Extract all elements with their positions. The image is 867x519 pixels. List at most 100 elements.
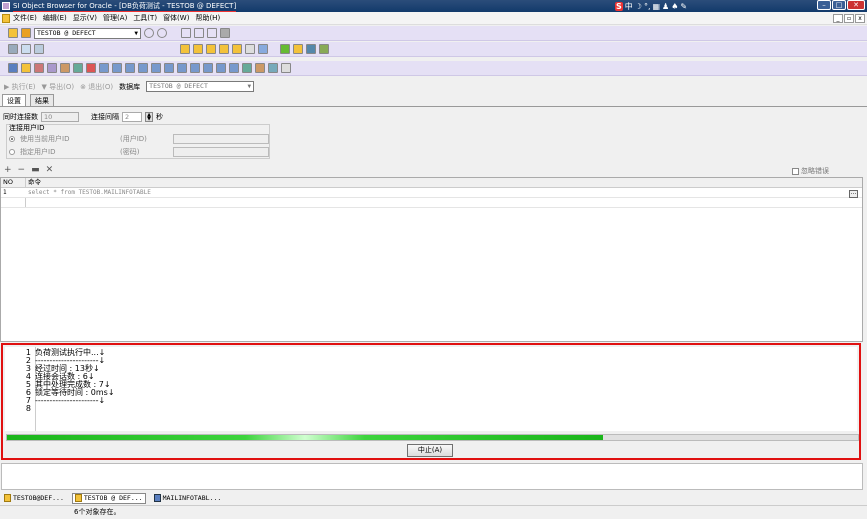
- new-table-icon[interactable]: [8, 63, 18, 73]
- menu-tools[interactable]: 工具(T): [133, 13, 157, 23]
- remove-icon[interactable]: −: [18, 165, 26, 175]
- list-icon[interactable]: [193, 44, 203, 54]
- window-tab-connection[interactable]: TESTOB@DEF...: [2, 493, 66, 504]
- tab-results[interactable]: 结果: [30, 94, 54, 106]
- compare-icon[interactable]: [306, 44, 316, 54]
- table-row[interactable]: 1 select * from TESTOB.MAILINFOTABLE: [1, 188, 862, 198]
- specify-radio[interactable]: [9, 149, 15, 155]
- db-icon[interactable]: [21, 28, 31, 38]
- window-tab-loadtest[interactable]: TESTOB @ DEF...: [71, 492, 146, 504]
- menu-view[interactable]: 显示(V): [73, 13, 97, 23]
- keyboard-icon[interactable]: ▦: [652, 2, 660, 11]
- cut-icon[interactable]: [194, 28, 204, 38]
- sql-icon[interactable]: [8, 44, 18, 54]
- open-folder-icon[interactable]: ▬: [31, 165, 40, 175]
- title-bar: SI Object Browser for Oracle - [DB负荷测试 -…: [0, 0, 867, 12]
- synonym-icon[interactable]: [73, 63, 83, 73]
- type-icon[interactable]: [151, 63, 161, 73]
- trigger-icon[interactable]: [86, 63, 96, 73]
- directory-icon[interactable]: [229, 63, 239, 73]
- mdi-minimize-button[interactable]: _: [833, 14, 843, 23]
- job-icon[interactable]: [203, 63, 213, 73]
- specify-label: 指定用户ID: [20, 148, 56, 156]
- grid-icon[interactable]: [34, 44, 44, 54]
- table-row-empty[interactable]: [1, 198, 862, 208]
- dblink-icon[interactable]: [177, 63, 187, 73]
- add-icon[interactable]: +: [4, 165, 12, 175]
- db-label: 数据库: [119, 82, 141, 91]
- maximize-button[interactable]: □: [832, 0, 846, 10]
- table-icon[interactable]: [21, 44, 31, 54]
- key-icon[interactable]: [21, 63, 31, 73]
- circle-icon[interactable]: [144, 28, 154, 38]
- type-body-icon[interactable]: [164, 63, 174, 73]
- abort-button[interactable]: 中止(A): [407, 444, 453, 457]
- execute-button[interactable]: ▶ 执行(E): [4, 82, 36, 92]
- sogou-ime-icon[interactable]: S: [615, 1, 623, 11]
- menu-help[interactable]: 帮助(H): [195, 13, 220, 23]
- user-id-field[interactable]: [173, 134, 269, 144]
- log-line: 8: [25, 404, 31, 413]
- view-icon[interactable]: [34, 63, 44, 73]
- punct-icon[interactable]: °,: [644, 2, 651, 11]
- package-icon[interactable]: [125, 63, 135, 73]
- chart-icon[interactable]: [319, 44, 329, 54]
- moon-icon[interactable]: ☽: [635, 2, 642, 11]
- java-icon[interactable]: [216, 63, 226, 73]
- edit-ellipsis-button[interactable]: …: [849, 190, 858, 198]
- concurrent-input[interactable]: 10: [41, 112, 79, 122]
- menu-edit[interactable]: 编辑(E): [43, 13, 67, 23]
- delete-icon[interactable]: ✕: [46, 165, 54, 175]
- ignore-errors[interactable]: 忽略错误: [792, 166, 829, 176]
- tablespace-icon[interactable]: [232, 44, 242, 54]
- interval-input[interactable]: 2: [122, 112, 142, 122]
- procedure-icon[interactable]: [99, 63, 109, 73]
- mview-icon[interactable]: [190, 63, 200, 73]
- wrench-icon[interactable]: ✎: [680, 2, 687, 11]
- queue-icon[interactable]: [242, 63, 252, 73]
- col-command[interactable]: 命令: [26, 178, 861, 187]
- password-field[interactable]: [173, 147, 269, 157]
- col-no[interactable]: NO: [1, 178, 26, 187]
- ime-mode-icon[interactable]: 中: [625, 1, 633, 12]
- user-icon[interactable]: ♟: [662, 2, 669, 11]
- session-icon[interactable]: [280, 44, 290, 54]
- ime-tray[interactable]: S 中 ☽ °, ▦ ♟ ♠ ✎: [615, 0, 687, 12]
- folder-icon[interactable]: [293, 44, 303, 54]
- lock-icon[interactable]: [219, 44, 229, 54]
- menu-file[interactable]: 文件(E): [13, 13, 37, 23]
- refresh-icon[interactable]: [157, 28, 167, 38]
- paste-icon[interactable]: [220, 28, 230, 38]
- export-button[interactable]: ▼ 导出(O): [42, 82, 75, 92]
- copy-icon[interactable]: [207, 28, 217, 38]
- menu-manage[interactable]: 管理(A): [103, 13, 127, 23]
- package-body-icon[interactable]: [138, 63, 148, 73]
- function-icon[interactable]: [112, 63, 122, 73]
- connect-icon[interactable]: [8, 28, 18, 38]
- close-button[interactable]: ✕: [847, 0, 865, 10]
- library-icon[interactable]: [255, 63, 265, 73]
- user-group-icon[interactable]: [180, 44, 190, 54]
- connection-select[interactable]: TESTOB @ DEFECT ▼: [34, 27, 141, 39]
- exit-button[interactable]: ⊗ 退出(O): [80, 82, 113, 92]
- mdi-restore-button[interactable]: ▫: [844, 14, 854, 23]
- monitor-icon[interactable]: [258, 44, 268, 54]
- index-icon[interactable]: [47, 63, 57, 73]
- row-command[interactable]: select * from TESTOB.MAILINFOTABLE: [26, 188, 151, 197]
- shirt-icon[interactable]: ♠: [671, 2, 678, 11]
- db-select[interactable]: TESTOB @ DEFECT ▼: [146, 81, 255, 92]
- use-current-radio[interactable]: [9, 136, 15, 142]
- minimize-button[interactable]: –: [817, 0, 831, 10]
- interval-spinner[interactable]: ▲ ▼: [145, 112, 153, 122]
- dimension-icon[interactable]: [281, 63, 291, 73]
- window-tab-table[interactable]: MAILINFOTABL...: [152, 493, 224, 504]
- menu-window[interactable]: 窗体(W): [163, 13, 189, 23]
- role-icon[interactable]: [206, 44, 216, 54]
- cluster-icon[interactable]: [268, 63, 278, 73]
- sequence-icon[interactable]: [60, 63, 70, 73]
- stats-icon[interactable]: [245, 44, 255, 54]
- ignore-errors-checkbox[interactable]: [792, 167, 799, 175]
- settings-panel: 同时连接数 10 连接间隔 2 ▲ ▼ 秒 连接用户ID 使用当前用户ID 指定用…: [0, 106, 867, 161]
- undo-icon[interactable]: [181, 28, 191, 38]
- mdi-close-button[interactable]: x: [855, 14, 865, 23]
